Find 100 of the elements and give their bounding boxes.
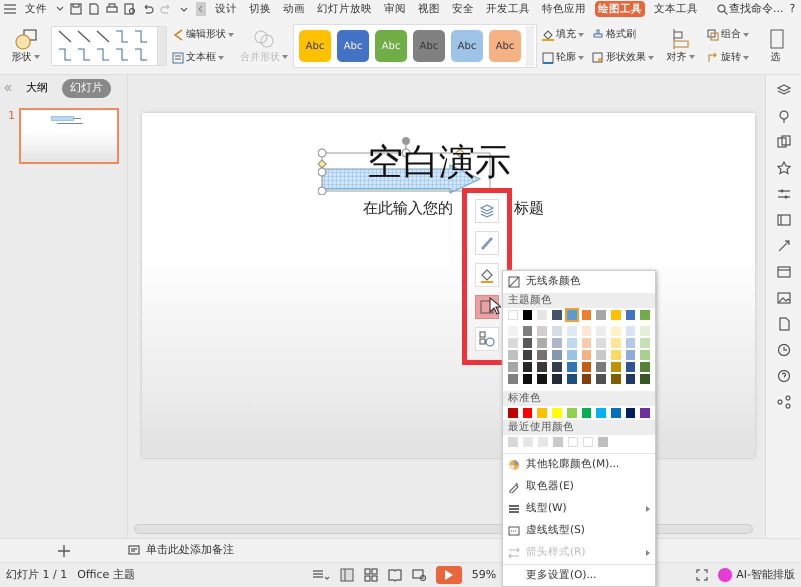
chevron-left-icon[interactable] [196,2,206,16]
menu-item[interactable]: 虚线线型(S) [503,520,655,542]
ribbon-tab[interactable]: 审阅 [381,1,409,17]
color-swatch[interactable] [522,362,532,372]
color-swatch[interactable] [537,374,548,384]
panel-tab[interactable]: 幻灯片 [62,79,111,98]
preview-icon[interactable] [124,3,136,15]
color-swatch[interactable] [640,350,650,360]
format-painter-button[interactable]: 格式刷 [591,26,655,43]
shape-style-preset[interactable]: Abc [337,30,369,62]
color-swatch[interactable] [640,338,650,348]
color-swatch[interactable] [610,338,621,348]
grid-view-icon[interactable] [364,568,378,582]
document-icon[interactable] [88,3,100,15]
color-swatch[interactable] [523,437,533,447]
color-swatch[interactable] [596,362,606,372]
ribbon-tab[interactable]: 设计 [212,1,240,17]
color-swatch[interactable] [566,326,577,336]
copy-icon[interactable] [776,135,790,149]
color-swatch[interactable] [552,408,562,418]
color-swatch[interactable] [508,350,518,360]
search-command[interactable]: 查找命令... [729,0,784,18]
color-swatch[interactable] [566,338,577,348]
color-swatch[interactable] [582,374,592,384]
color-swatch[interactable] [552,350,562,360]
image-icon[interactable] [776,291,790,305]
color-swatch[interactable] [610,362,621,372]
shape-effects-button[interactable]: 形状效果 [591,49,655,66]
color-swatch[interactable] [568,437,578,447]
share-icon[interactable] [776,395,790,409]
ai-layout-button[interactable]: AI-智能排版 [718,566,795,584]
color-swatch[interactable] [582,408,592,418]
color-swatch[interactable] [566,408,577,418]
shape-style-preset[interactable]: Abc [299,30,331,62]
sliders-icon[interactable] [776,187,790,201]
color-swatch[interactable] [640,374,650,384]
color-swatch[interactable] [596,408,606,418]
plus-icon[interactable] [58,544,70,556]
color-swatch[interactable] [626,338,636,348]
search-icon[interactable] [717,4,728,14]
color-swatch[interactable] [553,437,563,447]
color-swatch[interactable] [626,326,636,336]
color-swatch[interactable] [626,408,636,418]
color-swatch[interactable] [610,350,621,360]
transition-icon[interactable] [776,213,790,227]
color-swatch[interactable] [508,374,518,384]
help-button[interactable]: ? [790,0,796,18]
color-swatch[interactable] [610,310,621,320]
zoom-level[interactable]: 59% [472,566,496,584]
color-swatch[interactable] [552,362,562,372]
panel-tab[interactable]: 大纲 [18,79,56,98]
presenter-view-icon[interactable] [412,568,426,582]
color-swatch[interactable] [640,408,650,418]
color-swatch[interactable] [596,350,606,360]
color-swatch[interactable] [552,338,562,348]
color-swatch[interactable] [522,350,532,360]
color-swatch[interactable] [610,374,621,384]
window-icon[interactable] [776,265,790,279]
color-swatch[interactable] [552,374,562,384]
notes-placeholder[interactable]: 单击此处添加备注 [146,542,234,559]
print-icon[interactable] [106,3,118,15]
animation-icon[interactable] [776,239,790,253]
color-swatch[interactable] [508,362,518,372]
normal-view-icon[interactable] [340,568,354,582]
shape-style-preset[interactable]: Abc [489,30,521,62]
color-swatch[interactable] [552,326,562,336]
menu-item[interactable]: 线型(W) [503,498,655,520]
color-swatch[interactable] [582,310,592,320]
ribbon-tab[interactable]: 视图 [415,1,443,17]
reading-view-icon[interactable] [388,568,402,582]
color-swatch[interactable] [610,408,621,418]
color-swatch[interactable] [626,310,636,320]
color-swatch[interactable] [538,437,548,447]
color-swatch[interactable] [508,408,518,418]
menu-item[interactable]: 其他轮廓颜色(M)... [503,454,655,476]
color-swatch[interactable] [522,338,532,348]
menu-item[interactable]: 取色器(E) [503,476,655,498]
color-swatch[interactable] [596,374,606,384]
fit-screen-icon[interactable] [696,569,708,581]
color-swatch[interactable] [508,310,518,320]
chevron-down-icon[interactable] [56,6,64,12]
ribbon-tab[interactable]: 特色应用 [539,1,589,17]
pin-icon[interactable] [776,109,790,123]
history-icon[interactable] [776,343,790,357]
menu-item[interactable]: 更多设置(O)... [503,565,655,586]
color-swatch[interactable] [522,374,532,384]
ribbon-tab[interactable]: 切换 [246,1,274,17]
color-swatch[interactable] [508,437,518,447]
align-button[interactable]: 对齐 [659,26,702,66]
ribbon-tab[interactable]: 文本工具 [651,1,701,17]
color-swatch[interactable] [610,326,621,336]
color-swatch[interactable] [537,362,548,372]
color-swatch[interactable] [583,437,593,447]
ai-layout-label[interactable]: AI-智能排版 [736,566,795,584]
text-box-button[interactable]: 文本框 [171,49,235,66]
ribbon-tab[interactable]: 幻灯片放映 [314,1,375,17]
double-chevron-left-icon[interactable] [4,84,12,92]
play-button[interactable] [436,566,462,584]
document-icon[interactable] [776,317,790,331]
group-button[interactable]: 组合 [706,26,750,43]
